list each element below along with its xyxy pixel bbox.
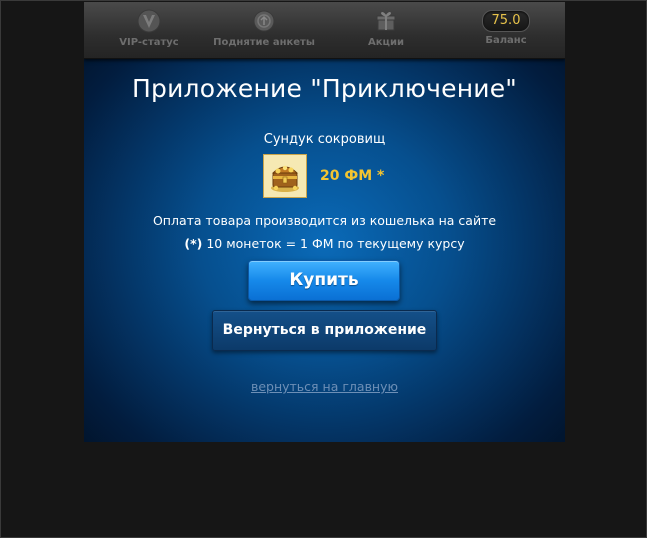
home-link[interactable]: вернуться на главную: [84, 379, 565, 394]
purchase-content: Приложение "Приключение" Сундук сокровищ…: [84, 58, 565, 442]
back-to-app-button[interactable]: Вернуться в приложение: [212, 310, 437, 351]
top-nav-bar: VIP-статус Поднятие анкеты Акции 75.0 Ба…: [84, 2, 565, 59]
nav-label-balance: Баланс: [485, 35, 527, 46]
nav-item-vip[interactable]: VIP-статус: [104, 8, 194, 56]
nav-item-promotions[interactable]: Акции: [346, 8, 426, 56]
treasure-chest-icon: [263, 154, 307, 198]
app-panel: VIP-статус Поднятие анкеты Акции 75.0 Ба…: [84, 2, 565, 442]
nav-label-raise: Поднятие анкеты: [213, 37, 315, 48]
nav-label-promotions: Акции: [368, 37, 404, 48]
payment-info: Оплата товара производится из кошелька н…: [152, 213, 497, 228]
buy-button[interactable]: Купить: [248, 260, 400, 301]
exchange-rate-text: 10 монеток = 1 ФМ по текущему курсу: [206, 236, 465, 251]
nav-item-raise-profile[interactable]: Поднятие анкеты: [204, 8, 324, 56]
balance-value: 75.0: [482, 10, 530, 32]
product-name: Сундук сокровищ: [263, 132, 386, 147]
product-price: 20 ФМ *: [320, 168, 385, 184]
gift-icon: [376, 12, 396, 31]
raise-coin-icon: [253, 10, 275, 32]
footnote-marker: (*): [184, 236, 203, 251]
nav-item-balance[interactable]: 75.0 Баланс: [466, 8, 546, 56]
exchange-rate-info: (*) 10 монеток = 1 ФМ по текущему курсу: [84, 236, 565, 251]
nav-label-vip: VIP-статус: [119, 37, 179, 48]
vip-v-icon: [137, 9, 161, 33]
page-title: Приложение "Приключение": [132, 74, 517, 103]
treasure-chest-graphic: [271, 165, 299, 192]
